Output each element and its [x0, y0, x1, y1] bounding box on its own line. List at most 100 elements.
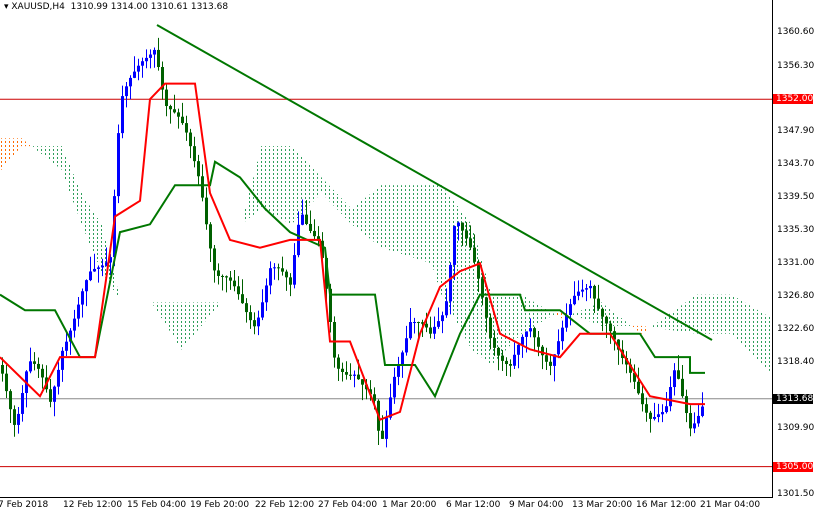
ichimoku-cloud-segment — [758, 311, 760, 362]
candle-body — [397, 364, 400, 377]
ichimoku-cloud-segment — [6, 138, 8, 163]
ichimoku-cloud-segment — [650, 326, 652, 328]
ichimoku-cloud-segment — [638, 325, 640, 333]
ichimoku-cloud-segment — [300, 156, 302, 214]
ichimoku-cloud-segment — [752, 307, 754, 356]
ichimoku-cloud-segment — [736, 298, 738, 340]
ichimoku-cloud-segment — [426, 185, 428, 263]
candle-body — [385, 417, 388, 439]
candle-body — [593, 285, 596, 299]
ichimoku-cloud-segment — [382, 185, 384, 249]
ichimoku-cloud-segment — [168, 302, 170, 331]
candle-body — [57, 369, 60, 387]
candle-body — [701, 406, 704, 416]
candle-body — [373, 394, 376, 401]
ichimoku-cloud-segment — [56, 146, 58, 167]
ichimoku-cloud-segment — [436, 185, 438, 283]
candle-body — [21, 393, 24, 414]
ichimoku-cloud-segment — [732, 295, 734, 336]
ichimoku-cloud-segment — [582, 309, 584, 319]
ichimoku-cloud-segment — [16, 138, 18, 151]
candle-body — [253, 320, 256, 327]
candle-body — [457, 222, 460, 227]
ichimoku-cloud-segment — [44, 146, 46, 158]
ichimoku-cloud-segment — [406, 185, 408, 256]
ichimoku-cloud-segment — [414, 185, 416, 259]
ichimoku-cloud-segment — [680, 305, 682, 332]
ichimoku-cloud-segment — [556, 312, 558, 316]
candle-body — [237, 286, 240, 295]
candle-body — [129, 77, 132, 87]
ichimoku-cloud-segment — [658, 320, 660, 329]
ichimoku-cloud-segment — [348, 206, 350, 223]
ichimoku-cloud-segment — [628, 324, 630, 326]
candle-body — [541, 346, 544, 356]
candle-body — [533, 328, 536, 338]
candle-body — [597, 298, 600, 309]
price-chart[interactable] — [0, 0, 814, 514]
candle-body — [289, 277, 292, 285]
ichimoku-cloud-segment — [94, 214, 96, 258]
candle-body — [485, 297, 488, 318]
ichimoku-cloud-segment — [750, 306, 752, 354]
ichimoku-cloud-segment — [162, 302, 164, 322]
candle-body — [205, 197, 208, 225]
ichimoku-cloud-segment — [362, 199, 364, 234]
ichimoku-cloud-segment — [356, 203, 358, 229]
y-tick-label: 1356.30 — [777, 60, 814, 71]
ichimoku-cloud-segment — [538, 305, 540, 324]
candle-body — [193, 146, 196, 162]
x-tick-label: 21 Mar 04:00 — [700, 500, 761, 510]
ichimoku-cloud-segment — [654, 323, 656, 328]
candle-body — [13, 409, 16, 425]
ichimoku-cloud-segment — [22, 139, 24, 147]
ichimoku-cloud-segment — [38, 146, 40, 153]
candle-body — [561, 327, 564, 342]
candle-body — [277, 267, 280, 269]
ichimoku-cloud-segment — [374, 189, 376, 244]
candle-body — [133, 71, 136, 78]
ichimoku-cloud-segment — [170, 302, 172, 334]
ichimoku-cloud-segment — [24, 141, 26, 147]
ichimoku-cloud-segment — [620, 318, 622, 326]
ichimoku-cloud-segment — [440, 185, 442, 295]
ichimoku-cloud-segment — [438, 185, 440, 289]
candle-body — [169, 106, 172, 110]
ichimoku-cloud-segment — [352, 207, 354, 226]
ichimoku-cloud-segment — [164, 302, 166, 325]
candle-body — [405, 338, 408, 353]
ichimoku-cloud-segment — [18, 138, 20, 149]
ichimoku-cloud-segment — [524, 296, 526, 332]
ichimoku-cloud-segment — [376, 188, 378, 245]
candle-body — [185, 123, 188, 133]
ichimoku-cloud-segment — [672, 310, 674, 331]
candle-body — [265, 285, 268, 303]
ichimoku-cloud-segment — [612, 311, 614, 326]
candle-body — [653, 416, 656, 419]
ichimoku-cloud-segment — [706, 294, 708, 334]
ichimoku-cloud-segment — [712, 294, 714, 334]
x-tick-label: 27 Feb 04:00 — [318, 500, 378, 510]
ichimoku-cloud-segment — [200, 302, 202, 326]
candle-body — [197, 161, 200, 177]
candle-body — [697, 415, 700, 424]
ichimoku-cloud-segment — [46, 146, 48, 159]
ichimoku-cloud-segment — [344, 202, 346, 219]
ichimoku-cloud-segment — [322, 179, 324, 196]
ichimoku-cloud-segment — [210, 302, 212, 315]
ichimoku-cloud-segment — [174, 302, 176, 340]
candle-body — [605, 316, 608, 324]
candle-body — [273, 267, 276, 269]
candle-body — [497, 347, 500, 356]
candle-body — [501, 355, 504, 361]
ichimoku-cloud-segment — [766, 315, 768, 369]
ichimoku-cloud-segment — [270, 146, 272, 214]
ichimoku-cloud-segment — [104, 239, 106, 278]
ichimoku-cloud-segment — [278, 146, 280, 219]
ichimoku-cloud-segment — [394, 185, 396, 253]
ichimoku-cloud-segment — [62, 150, 64, 176]
candle-body — [509, 364, 512, 366]
candle-body — [489, 317, 492, 339]
candle-body — [233, 280, 236, 287]
candle-body — [361, 379, 364, 385]
